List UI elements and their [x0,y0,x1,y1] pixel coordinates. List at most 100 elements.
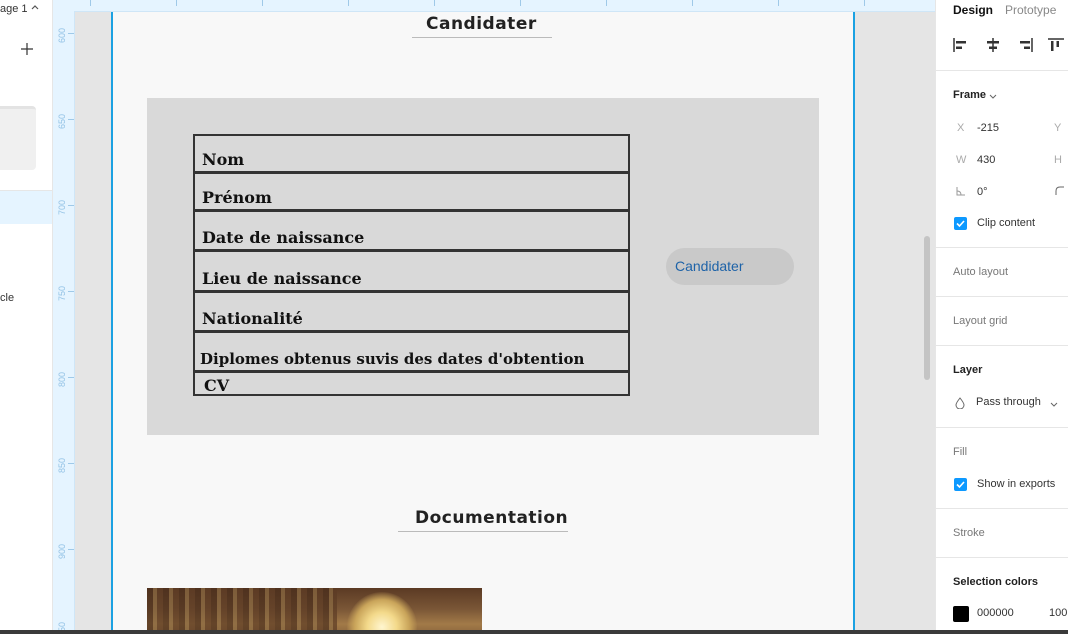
documentation-title: Documentation [415,508,569,528]
checkmark-icon [956,481,965,489]
ruler-tick [520,0,521,6]
page-selector[interactable]: age 1 [0,3,28,15]
candidater-title: Candidater [426,14,537,34]
align-top-icon[interactable] [1048,38,1064,52]
ruler-tick [68,119,74,120]
ruler-tick [68,463,74,464]
stroke-title[interactable]: Stroke [953,527,985,539]
color-opacity-input[interactable]: 100 [1049,607,1067,619]
y-label: Y [1054,122,1062,134]
fill-title: Fill [953,446,968,458]
w-input[interactable]: 430 [977,154,995,166]
h-label: H [1054,154,1062,166]
ruler-tick [606,0,607,6]
chevron-down-icon[interactable] [1050,400,1058,408]
blend-mode-icon [955,397,965,409]
align-right-icon[interactable] [1017,38,1033,52]
chevron-down-icon[interactable] [989,92,997,100]
x-input[interactable]: -215 [977,122,999,134]
show-in-exports-label[interactable]: Show in exports [977,478,1055,490]
form-row-nom[interactable]: Nom [195,136,628,174]
field-label: Prénom [202,188,272,207]
layers-panel: age 1 cle [0,0,53,634]
ruler-label: 850 [57,457,67,473]
color-hex-input[interactable]: 000000 [977,607,1014,619]
properties-panel: Design Prototype Frame X -215 Y W 430 H … [935,0,1068,634]
documentation-image[interactable] [147,588,482,634]
selection-colors-title: Selection colors [953,576,1038,588]
field-label: Lieu de naissance [202,269,362,288]
plus-icon[interactable] [20,42,34,56]
form-row-date-naissance[interactable]: Date de naissance [195,212,628,252]
title-underline [412,37,552,38]
ruler-tick [68,33,74,34]
frame-section: Frame X -215 Y W 430 H 0° Clip content [936,70,1068,247]
ruler-label: 800 [57,371,67,387]
ruler-label: 650 [57,113,67,129]
selection-colors-section: Selection colors [936,557,1068,634]
field-label: Nom [202,150,245,169]
ruler-tick [176,0,177,6]
form-row-cv[interactable]: CV [195,373,628,397]
layer-title: Layer [953,364,983,376]
align-left-icon[interactable] [953,38,969,52]
rotation-input[interactable]: 0° [977,186,988,198]
page-thumbnail[interactable] [0,106,36,170]
show-in-exports-checkbox[interactable] [954,478,967,491]
align-center-icon[interactable] [985,38,1001,52]
x-label: X [957,122,965,134]
page-frame[interactable]: Candidater Nom Prénom Date de naissance … [111,12,855,634]
ruler-tick [68,205,74,206]
ruler-tick [90,0,91,6]
canvas-scrollbar[interactable] [924,236,930,380]
rotation-icon [956,187,965,196]
layer-item-label[interactable]: cle [0,292,14,304]
selected-layer-row[interactable] [0,191,52,224]
left-ruler: 600 650 700 750 800 850 900 950 [53,11,75,634]
ruler-tick [68,291,74,292]
ceiling-decoration [147,588,337,634]
fill-section: Fill Show in exports [936,427,1068,508]
form-row-diplomes[interactable]: Diplomes obtenus suvis des dates d'obten… [195,333,628,373]
ruler-tick [68,377,74,378]
chevron-up-icon[interactable] [29,2,41,14]
ruler-tick [692,0,693,6]
corner-radius-icon[interactable] [1055,186,1065,196]
form-row-lieu-naissance[interactable]: Lieu de naissance [195,252,628,293]
layout-grid-title[interactable]: Layout grid [953,315,1007,327]
ruler-label: 750 [57,285,67,301]
field-label: Nationalité [202,309,303,328]
checkmark-icon [956,220,965,228]
ruler-tick [348,0,349,6]
field-label: Date de naissance [202,228,365,247]
color-swatch[interactable] [953,606,969,622]
auto-layout-section: Auto layout [936,247,1068,296]
layer-section: Layer Pass through [936,345,1068,427]
ruler-label: 600 [57,27,67,43]
ruler-tick [434,0,435,6]
candidater-button[interactable]: Candidater [666,248,794,285]
frame-title[interactable]: Frame [953,89,986,101]
tab-design[interactable]: Design [953,3,993,17]
title-underline [398,531,568,532]
auto-layout-title[interactable]: Auto layout [953,266,1008,278]
bottom-edge [0,630,1068,634]
chandelier [347,592,417,634]
form-section: Nom Prénom Date de naissance Lieu de nai… [147,98,819,435]
stroke-section: Stroke [936,508,1068,557]
field-label: CV [204,376,230,395]
canvas[interactable]: Candidater Nom Prénom Date de naissance … [75,12,935,634]
ruler-tick [68,549,74,550]
clip-content-label[interactable]: Clip content [977,217,1035,229]
blend-mode-select[interactable]: Pass through [976,396,1041,408]
form-row-prenom[interactable]: Prénom [195,174,628,212]
field-label: Diplomes obtenus suvis des dates d'obten… [200,350,585,368]
top-ruler [53,0,935,12]
tab-prototype[interactable]: Prototype [1005,3,1056,17]
ruler-tick [778,0,779,6]
form-row-nationalite[interactable]: Nationalité [195,293,628,333]
ruler-label: 700 [57,199,67,215]
ruler-label: 900 [57,543,67,559]
application-form: Nom Prénom Date de naissance Lieu de nai… [193,134,630,396]
clip-content-checkbox[interactable] [954,217,967,230]
